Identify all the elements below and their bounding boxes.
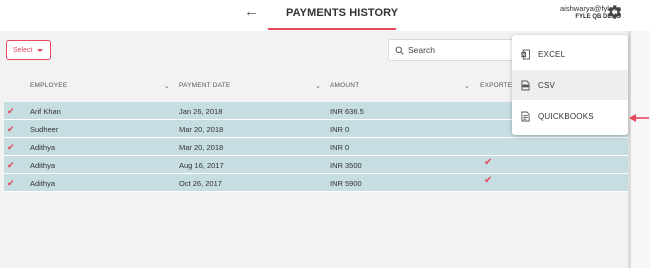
chevron-down-icon[interactable]: ⌄ bbox=[315, 82, 321, 90]
payment-date-cell: Mar 20, 2018 bbox=[179, 125, 224, 134]
column-header-amount[interactable]: AMOUNT bbox=[330, 82, 359, 89]
exported-check-icon: ✔ bbox=[484, 175, 493, 186]
employee-cell: Sudheer bbox=[30, 125, 59, 134]
table-row[interactable]: ✔ Adithya Mar 20, 2018 INR 0 bbox=[4, 138, 628, 156]
search-icon bbox=[395, 46, 404, 55]
menu-item-quickbooks[interactable]: QUICKBOOKS bbox=[512, 101, 628, 131]
menu-item-label: EXCEL bbox=[538, 49, 566, 59]
select-button-label: Select bbox=[13, 46, 33, 54]
employee-cell: Arif Khan bbox=[30, 107, 61, 116]
search-input[interactable] bbox=[408, 45, 508, 55]
table-row[interactable]: ✔ Adithya Oct 26, 2017 INR 5900 ✔ bbox=[4, 174, 628, 192]
amount-cell: INR 5900 bbox=[330, 179, 362, 188]
row-selected-check-icon[interactable]: ✔ bbox=[7, 160, 15, 171]
gear-icon[interactable] bbox=[605, 3, 623, 21]
csv-icon bbox=[521, 80, 530, 90]
chevron-down-icon[interactable]: ⌄ bbox=[464, 82, 470, 90]
row-selected-check-icon[interactable]: ✔ bbox=[7, 106, 15, 117]
column-header-payment-date[interactable]: PAYMENT DATE bbox=[179, 82, 230, 89]
payment-date-cell: Oct 26, 2017 bbox=[179, 179, 222, 188]
title-underline bbox=[268, 28, 396, 30]
svg-text:X: X bbox=[522, 52, 525, 57]
employee-cell: Adithya bbox=[30, 161, 56, 170]
employee-cell: Adithya bbox=[30, 143, 56, 152]
search-box[interactable] bbox=[388, 39, 516, 61]
payment-date-cell: Jan 26, 2018 bbox=[179, 107, 223, 116]
quickbooks-icon bbox=[521, 111, 530, 121]
table-row[interactable]: ✔ Adithya Aug 16, 2017 INR 3500 ✔ bbox=[4, 156, 628, 174]
top-bar: ← PAYMENTS HISTORY aishwarya@fyle.in FYL… bbox=[0, 0, 650, 31]
employee-cell: Adithya bbox=[30, 179, 56, 188]
row-selected-check-icon[interactable]: ✔ bbox=[7, 178, 15, 189]
menu-item-label: CSV bbox=[538, 80, 556, 90]
scrollbar-track[interactable] bbox=[628, 31, 650, 268]
export-menu: X EXCEL CSV QUICKBOOKS bbox=[512, 35, 628, 135]
back-arrow-icon[interactable]: ← bbox=[244, 3, 259, 21]
row-selected-check-icon[interactable]: ✔ bbox=[7, 142, 15, 153]
exported-check-icon: ✔ bbox=[484, 157, 493, 168]
payment-date-cell: Aug 16, 2017 bbox=[179, 161, 224, 170]
amount-cell: INR 0 bbox=[330, 143, 350, 152]
row-selected-check-icon[interactable]: ✔ bbox=[7, 124, 15, 135]
menu-item-label: QUICKBOOKS bbox=[538, 111, 594, 121]
column-header-employee[interactable]: EMPLOYEE bbox=[30, 82, 67, 89]
page-title: PAYMENTS HISTORY bbox=[286, 7, 399, 19]
payment-date-cell: Mar 20, 2018 bbox=[179, 143, 224, 152]
pointer-arrow-icon bbox=[629, 114, 649, 122]
chevron-down-icon[interactable]: ⌄ bbox=[164, 82, 170, 90]
menu-item-csv[interactable]: CSV bbox=[512, 70, 628, 100]
caret-down-icon bbox=[37, 48, 44, 52]
menu-item-excel[interactable]: X EXCEL bbox=[512, 39, 628, 69]
amount-cell: INR 636.5 bbox=[330, 107, 364, 116]
select-button[interactable]: Select bbox=[6, 40, 51, 60]
amount-cell: INR 3500 bbox=[330, 161, 362, 170]
excel-icon: X bbox=[521, 49, 530, 59]
amount-cell: INR 0 bbox=[330, 125, 350, 134]
scrollbar-thumb[interactable] bbox=[628, 31, 631, 268]
